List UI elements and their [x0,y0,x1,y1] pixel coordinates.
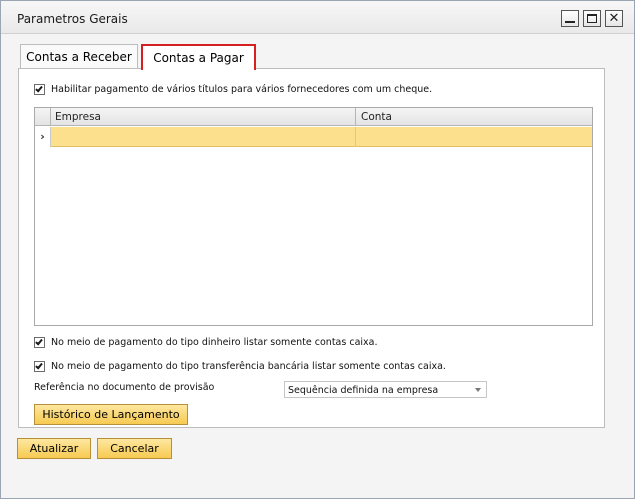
multi-payment-checkbox[interactable] [34,84,45,95]
grid-header-corner [35,108,51,126]
transfer-only-label: No meio de pagamento do tipo transferênc… [51,361,446,372]
window-title: Parametros Gerais [17,12,128,26]
close-icon: ✕ [608,11,620,26]
tab-label: Contas a Pagar [153,51,244,65]
cash-only-checkbox[interactable] [34,337,45,348]
title-bar[interactable]: Parametros Gerais ✕ [1,1,634,34]
chevron-down-icon[interactable] [475,388,481,392]
tab-contas-a-pagar[interactable]: Contas a Pagar [141,44,256,70]
parametros-gerais-window: Parametros Gerais ✕ Contas a Receber Con… [0,0,635,499]
column-divider[interactable] [355,108,356,126]
close-button[interactable]: ✕ [605,10,623,27]
transfer-only-checkbox[interactable] [34,361,45,372]
maximize-button[interactable] [583,10,601,27]
tab-label: Contas a Receber [26,50,132,64]
minimize-icon [565,21,575,23]
provision-reference-label: Referência no documento de provisão [34,382,215,393]
update-button[interactable]: Atualizar [17,438,91,459]
transfer-only-option[interactable]: No meio de pagamento do tipo transferênc… [34,361,446,372]
provision-reference-select[interactable]: Sequência definida na empresa [284,381,487,398]
column-header-empresa[interactable]: Empresa [55,111,101,123]
checkmark-icon [35,337,43,346]
checkmark-icon [35,361,43,370]
cash-only-option[interactable]: No meio de pagamento do tipo dinheiro li… [34,337,378,348]
company-account-grid[interactable]: Empresa Conta › [34,107,593,326]
column-header-conta[interactable]: Conta [361,111,392,123]
row-indicator-icon: › [35,127,51,147]
cash-only-label: No meio de pagamento do tipo dinheiro li… [51,337,378,348]
provision-reference-value: Sequência definida na empresa [288,385,439,396]
multi-payment-label: Habilitar pagamento de vários títulos pa… [51,84,433,95]
multi-payment-option[interactable]: Habilitar pagamento de vários títulos pa… [34,84,432,95]
table-row[interactable] [51,127,592,147]
history-button[interactable]: Histórico de Lançamento [34,404,188,425]
grid-header: Empresa Conta [35,108,592,126]
checkmark-icon [35,84,43,93]
maximize-icon [587,14,597,23]
tab-contas-a-receber[interactable]: Contas a Receber [20,44,138,69]
cancel-button[interactable]: Cancelar [97,438,172,459]
minimize-button[interactable] [561,10,579,27]
cell-divider [355,127,356,147]
